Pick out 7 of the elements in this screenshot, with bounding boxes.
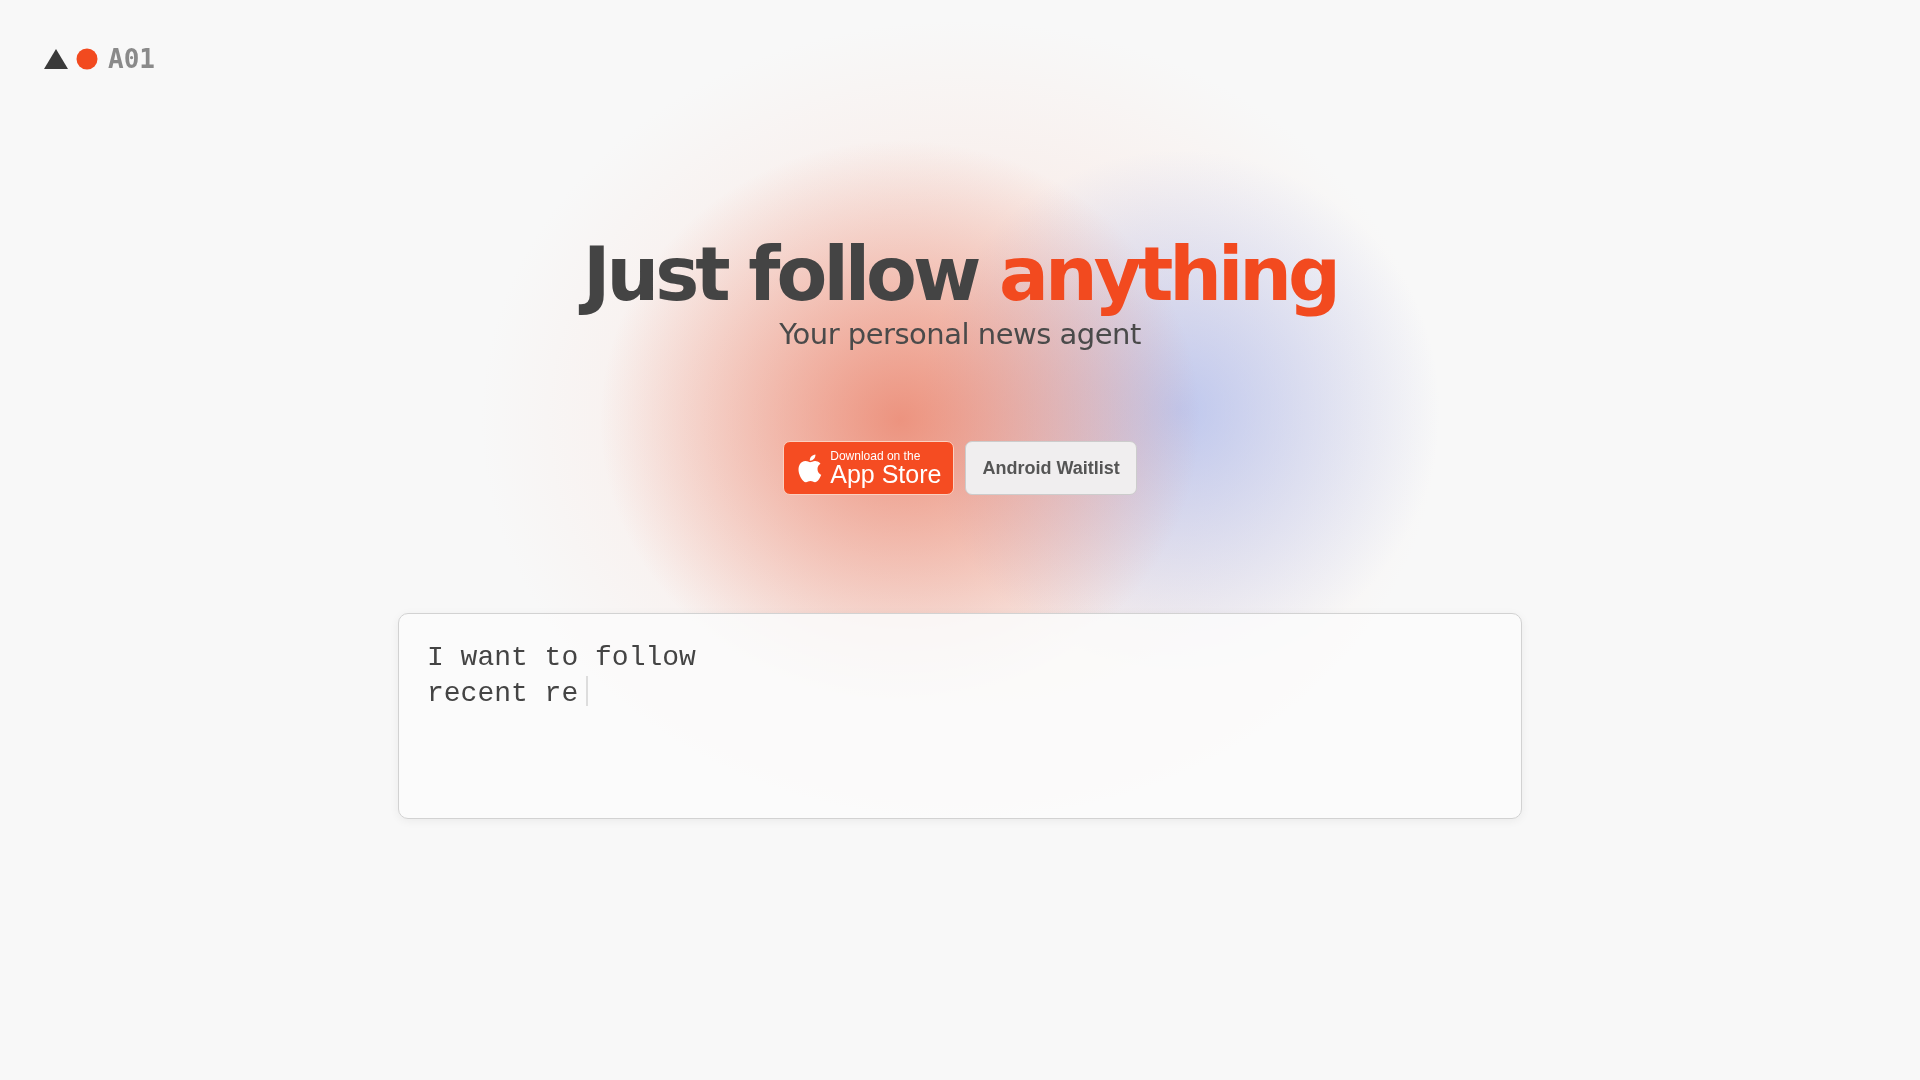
app-store-button[interactable]: Download on the App Store: [783, 441, 955, 496]
logo-text: A01: [108, 44, 155, 74]
logo-icon: [44, 48, 98, 70]
prompt-field[interactable]: I want to follow recent re: [398, 613, 1522, 820]
waitlist-button[interactable]: Android Waitlist: [965, 441, 1137, 496]
subtitle: Your personal news agent: [779, 317, 1141, 352]
apple-icon: [796, 453, 823, 484]
